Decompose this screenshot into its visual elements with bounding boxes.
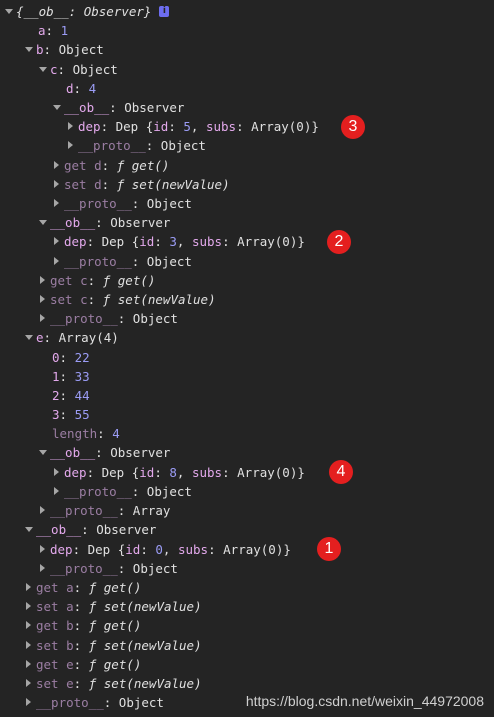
property-value: 1 — [60, 23, 69, 38]
expand-arrow-icon[interactable] — [38, 443, 48, 462]
tree-row-getter[interactable]: get d: ƒ get() — [52, 156, 169, 175]
tree-row-e[interactable]: e: Array(4) — [24, 328, 119, 347]
annotation-badge-4: 4 — [329, 460, 353, 484]
tree-row-proto[interactable]: __proto__: Object — [52, 252, 192, 271]
collapsed-arrow-icon[interactable] — [52, 482, 62, 501]
property-key: __ob__ — [64, 100, 110, 115]
collapsed-arrow-icon[interactable] — [38, 309, 48, 328]
tree-row-a: a: 1 — [38, 23, 69, 38]
root-label: {__ob__: Observer} — [16, 4, 152, 19]
collapsed-arrow-icon[interactable] — [52, 463, 62, 482]
property-value: Observer — [124, 100, 185, 115]
tree-row-setter[interactable]: set d: ƒ set(newValue) — [52, 175, 230, 194]
tree-row-b[interactable]: b: Object — [24, 40, 104, 59]
tree-row-getter[interactable]: get b: ƒ get() — [24, 616, 141, 635]
property-key: b — [36, 42, 44, 57]
tree-row-setter[interactable]: set a: ƒ set(newValue) — [24, 597, 202, 616]
tree-row-getter[interactable]: get a: ƒ get() — [24, 578, 141, 597]
collapsed-arrow-icon[interactable] — [38, 290, 48, 309]
dep-id: 3 — [169, 234, 177, 249]
tree-row-ob[interactable]: __ob__: Observer — [38, 443, 170, 462]
tree-row-proto[interactable]: __proto__: Object — [24, 693, 164, 712]
expand-arrow-icon[interactable] — [24, 520, 34, 539]
property-value: Object — [72, 62, 118, 77]
collapsed-arrow-icon[interactable] — [24, 578, 34, 597]
tree-row-array-item: 1: 33 — [52, 369, 90, 384]
tree-row-dep[interactable]: dep: Dep {id: 5, subs: Array(0)} — [66, 117, 319, 136]
collapsed-arrow-icon[interactable] — [52, 232, 62, 251]
expand-arrow-icon[interactable] — [4, 2, 14, 21]
annotation-badge-3: 3 — [341, 115, 365, 139]
collapsed-arrow-icon[interactable] — [24, 655, 34, 674]
tree-row-proto[interactable]: __proto__: Object — [52, 482, 192, 501]
collapsed-arrow-icon[interactable] — [66, 117, 76, 136]
collapsed-arrow-icon[interactable] — [52, 156, 62, 175]
tree-row-ob[interactable]: __ob__: Observer — [38, 213, 170, 232]
collapsed-arrow-icon[interactable] — [52, 194, 62, 213]
property-key: a — [38, 23, 46, 38]
collapsed-arrow-icon[interactable] — [24, 636, 34, 655]
collapsed-arrow-icon[interactable] — [66, 136, 76, 155]
annotation-badge-1: 1 — [317, 537, 341, 561]
collapsed-arrow-icon[interactable] — [38, 540, 48, 559]
collapsed-arrow-icon[interactable] — [38, 271, 48, 290]
tree-row-d: d: 4 — [66, 81, 97, 96]
info-icon[interactable]: i — [159, 6, 170, 17]
tree-row-proto[interactable]: __proto__: Object — [38, 559, 178, 578]
annotation-badge-2: 2 — [327, 230, 351, 254]
expand-arrow-icon[interactable] — [24, 328, 34, 347]
collapsed-arrow-icon[interactable] — [24, 674, 34, 693]
collapsed-arrow-icon[interactable] — [38, 501, 48, 520]
tree-row-length: length: 4 — [52, 426, 120, 441]
tree-row-ob[interactable]: __ob__: Observer — [24, 520, 156, 539]
property-value: 4 — [88, 81, 97, 96]
tree-row-root[interactable]: {__ob__: Observer} i — [4, 2, 170, 21]
property-key: d — [66, 81, 74, 96]
collapsed-arrow-icon[interactable] — [24, 693, 34, 712]
property-value: Object — [58, 42, 104, 57]
tree-row-proto[interactable]: __proto__: Object — [38, 309, 178, 328]
expand-arrow-icon[interactable] — [24, 40, 34, 59]
tree-row-proto[interactable]: __proto__: Object — [52, 194, 192, 213]
dep-id: 5 — [183, 119, 191, 134]
tree-row-setter[interactable]: set b: ƒ set(newValue) — [24, 636, 202, 655]
tree-row-array-item: 0: 22 — [52, 350, 90, 365]
collapsed-arrow-icon[interactable] — [38, 559, 48, 578]
tree-row-getter[interactable]: get e: ƒ get() — [24, 655, 141, 674]
collapsed-arrow-icon[interactable] — [24, 616, 34, 635]
tree-row-getter[interactable]: get c: ƒ get() — [38, 271, 155, 290]
tree-row-setter[interactable]: set e: ƒ set(newValue) — [24, 674, 202, 693]
watermark-text: https://blog.csdn.net/weixin_44972008 — [245, 693, 484, 709]
collapsed-arrow-icon[interactable] — [24, 597, 34, 616]
collapsed-arrow-icon[interactable] — [52, 175, 62, 194]
tree-row-array-item: 3: 55 — [52, 407, 90, 422]
tree-row-setter[interactable]: set c: ƒ set(newValue) — [38, 290, 216, 309]
tree-row-proto[interactable]: __proto__: Array — [38, 501, 170, 520]
tree-row-dep[interactable]: dep: Dep {id: 3, subs: Array(0)} — [52, 232, 305, 251]
tree-row-dep[interactable]: dep: Dep {id: 0, subs: Array(0)} — [38, 540, 291, 559]
tree-row-array-item: 2: 44 — [52, 388, 90, 403]
dep-id: 0 — [155, 542, 163, 557]
property-key: c — [50, 62, 58, 77]
dep-id: 8 — [169, 465, 177, 480]
dep-subs: Array(0) — [251, 119, 312, 134]
collapsed-arrow-icon[interactable] — [52, 252, 62, 271]
expand-arrow-icon[interactable] — [38, 213, 48, 232]
tree-row-ob[interactable]: __ob__: Observer — [52, 98, 184, 117]
tree-row-c[interactable]: c: Object — [38, 60, 118, 79]
expand-arrow-icon[interactable] — [38, 60, 48, 79]
expand-arrow-icon[interactable] — [52, 98, 62, 117]
tree-row-dep[interactable]: dep: Dep {id: 8, subs: Array(0)} — [52, 463, 305, 482]
tree-row-proto[interactable]: __proto__: Object — [66, 136, 206, 155]
